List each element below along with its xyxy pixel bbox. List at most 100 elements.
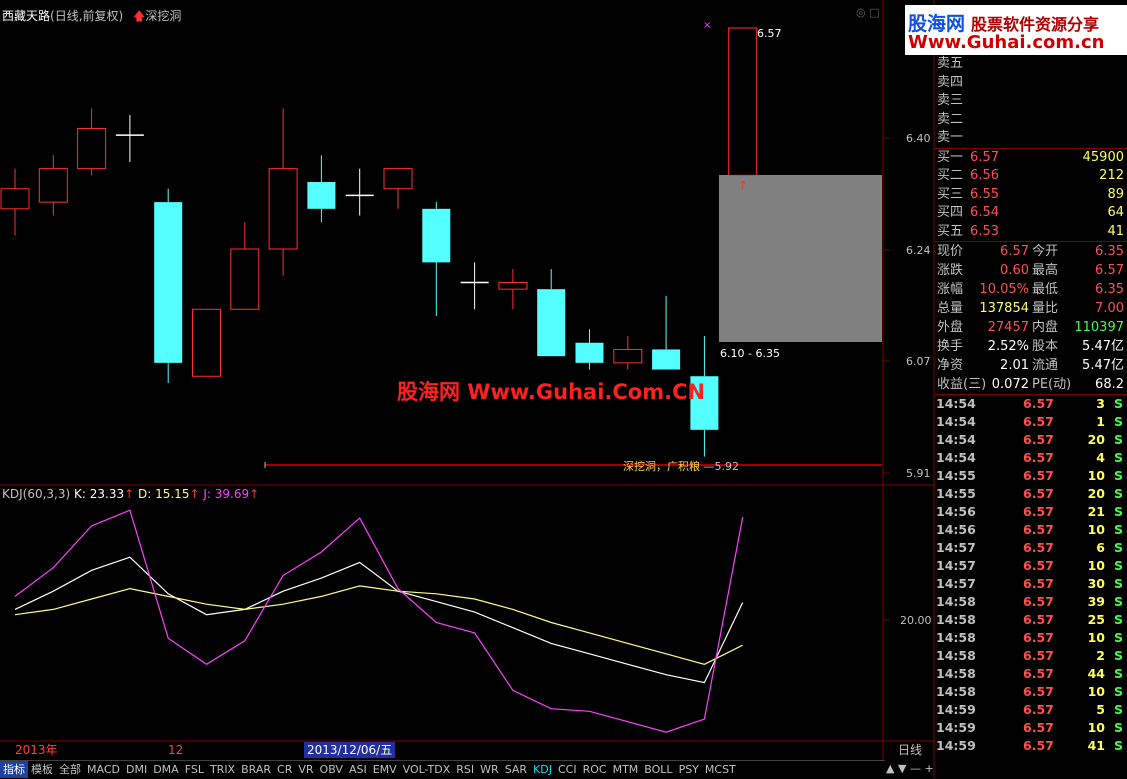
- tab-macd[interactable]: MACD: [84, 761, 123, 778]
- candle-down: [307, 182, 336, 209]
- tab-roc[interactable]: ROC: [580, 761, 610, 778]
- tick-side: S: [1113, 450, 1123, 465]
- tab-vol-tdx[interactable]: VOL-TDX: [400, 761, 454, 778]
- kdj-d-arrow-icon: ↑: [189, 487, 200, 501]
- kdj-header: KDJ(60,3,3) K: 23.33↑ D: 15.15↑ J: 39.69…: [2, 487, 259, 501]
- tick-price: 6.57: [1023, 594, 1054, 609]
- stat-value: 5.47亿: [1082, 358, 1124, 373]
- tab-kdj[interactable]: KDJ: [530, 761, 555, 778]
- tick-price: 6.57: [1023, 738, 1054, 753]
- tab-fsl[interactable]: FSL: [182, 761, 207, 778]
- candle-up: [192, 308, 221, 377]
- tab-brar[interactable]: BRAR: [238, 761, 274, 778]
- sell-label: 卖一: [937, 130, 964, 145]
- tab-emv[interactable]: EMV: [370, 761, 400, 778]
- tick-price: 6.57: [1023, 468, 1054, 483]
- tab-wr[interactable]: WR: [477, 761, 502, 778]
- tick-time: 14:54: [936, 396, 976, 411]
- tab-sar[interactable]: SAR: [502, 761, 530, 778]
- tab-dma[interactable]: DMA: [150, 761, 182, 778]
- stat-value: 110397: [1074, 320, 1124, 335]
- tick-volume: 10: [1087, 558, 1105, 573]
- scroll-up-icon[interactable]: ▲: [886, 762, 894, 775]
- tick-price: 6.57: [1023, 666, 1054, 681]
- up-arrow-icon: 🡅: [133, 9, 146, 23]
- maximize-icon[interactable]: □: [869, 6, 879, 19]
- tab-vr[interactable]: VR: [295, 761, 316, 778]
- tab-dmi[interactable]: DMI: [123, 761, 150, 778]
- kdj-line-k: [14, 556, 744, 684]
- buy-volume: 89: [1107, 186, 1124, 202]
- buy-order-row[interactable]: 买五 6.53 41: [935, 223, 1127, 242]
- tick-time: 14:57: [936, 540, 976, 555]
- tab-obv[interactable]: OBV: [317, 761, 346, 778]
- tick-row: 14:56 6.57 21 S: [935, 503, 1127, 521]
- stat-value: 137854: [979, 301, 1029, 316]
- candle-up: [38, 168, 68, 203]
- stat-value: 68.2: [1095, 377, 1124, 392]
- scroll-down-icon[interactable]: ▼: [898, 762, 906, 775]
- cursor-date: 2013/12/06/五: [304, 742, 396, 758]
- tick-price: 6.57: [1023, 504, 1054, 519]
- tick-side: S: [1113, 558, 1123, 573]
- date-month: 12: [168, 743, 184, 757]
- tick-row: 14:58 6.57 10 S: [935, 629, 1127, 647]
- kdj-tick: 20.00: [900, 614, 932, 627]
- period-button[interactable]: 日线: [886, 742, 934, 758]
- price-tick: 6.40: [906, 132, 931, 145]
- tick-volume: 1: [1096, 414, 1105, 429]
- tick-row: 14:58 6.57 39 S: [935, 593, 1127, 611]
- tick-volume: 41: [1087, 738, 1105, 753]
- kdj-j-value: J: 39.69: [203, 487, 250, 501]
- tab-cr[interactable]: CR: [274, 761, 295, 778]
- tick-side: S: [1113, 612, 1123, 627]
- tick-time: 14:58: [936, 630, 976, 645]
- tick-price: 6.57: [1023, 576, 1054, 591]
- tab-模板[interactable]: 模板: [28, 761, 56, 778]
- sell-order-row[interactable]: 卖二: [935, 111, 1127, 130]
- buy-order-row[interactable]: 买四 6.54 64: [935, 204, 1127, 223]
- zoom-out-icon[interactable]: —: [910, 762, 921, 775]
- tab-全部[interactable]: 全部: [56, 761, 84, 778]
- buy-order-row[interactable]: 买一 6.57 45900: [935, 149, 1127, 168]
- kdj-name[interactable]: KDJ(60,3,3): [2, 487, 70, 501]
- tab-mcst[interactable]: MCST: [702, 761, 739, 778]
- formula-name[interactable]: 深挖洞: [145, 9, 181, 23]
- candle-down: [154, 202, 183, 363]
- buy-price: 6.57: [970, 149, 999, 165]
- tab-asi[interactable]: ASI: [346, 761, 370, 778]
- tab-trix[interactable]: TRIX: [207, 761, 238, 778]
- sell-order-row[interactable]: 卖三: [935, 92, 1127, 111]
- tab-rsi[interactable]: RSI: [453, 761, 477, 778]
- candle-down: [575, 342, 604, 363]
- sell-order-row[interactable]: 卖一: [935, 129, 1127, 148]
- buy-volume: 64: [1107, 205, 1124, 220]
- tick-time: 14:54: [936, 432, 976, 447]
- sell-order-row[interactable]: 卖五: [935, 55, 1127, 74]
- tab-指标[interactable]: 指标: [0, 761, 28, 778]
- stat-label: 净资: [937, 358, 964, 373]
- window-buttons: ◎ □: [856, 6, 882, 19]
- price-zone-box: [719, 175, 882, 342]
- tab-mtm[interactable]: MTM: [610, 761, 642, 778]
- sell-order-row[interactable]: 卖四: [935, 74, 1127, 93]
- sell-label: 卖五: [937, 56, 964, 71]
- tick-time: 14:58: [936, 684, 976, 699]
- tick-price: 6.57: [1023, 432, 1054, 447]
- buy-order-row[interactable]: 买二 6.56 212: [935, 167, 1127, 186]
- restore-icon[interactable]: ◎: [856, 6, 866, 19]
- tick-row: 14:57 6.57 6 S: [935, 539, 1127, 557]
- tick-row: 14:59 6.57 5 S: [935, 701, 1127, 719]
- tab-boll[interactable]: BOLL: [641, 761, 675, 778]
- stat-value: 27457: [987, 320, 1029, 335]
- tab-psy[interactable]: PSY: [676, 761, 702, 778]
- stat-value: 10.05%: [979, 282, 1029, 297]
- tick-side: S: [1113, 468, 1123, 483]
- tick-volume: 44: [1087, 666, 1105, 681]
- tick-side: S: [1113, 396, 1123, 411]
- zoom-in-icon[interactable]: +: [924, 762, 933, 775]
- buy-order-row[interactable]: 买三 6.55 89: [935, 186, 1127, 205]
- tab-cci[interactable]: CCI: [555, 761, 580, 778]
- stat-label: 换手: [937, 339, 964, 354]
- stat-label: 最低: [1032, 282, 1059, 297]
